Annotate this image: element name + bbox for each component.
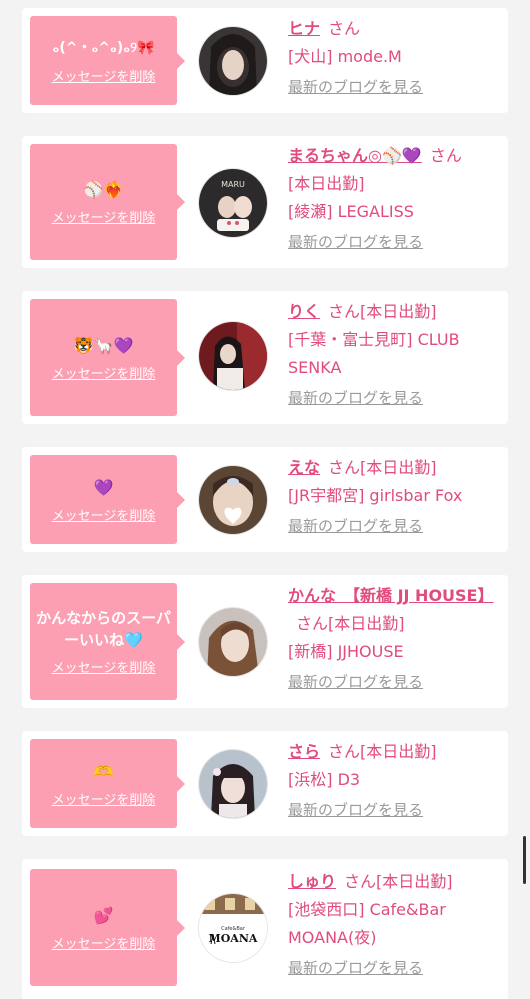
latest-blog-link[interactable]: 最新のブログを見る — [288, 796, 423, 824]
name-link[interactable]: えな — [288, 458, 320, 477]
honorific: さん — [328, 302, 361, 321]
status-label: [本日出勤] — [360, 302, 437, 321]
name-link[interactable]: さら — [288, 742, 320, 761]
latest-blog-link[interactable]: 最新のブログを見る — [288, 668, 423, 696]
message-bubble: 💜 メッセージを削除 — [30, 455, 185, 544]
avatar[interactable] — [199, 608, 267, 676]
delete-message-link[interactable]: メッセージを削除 — [52, 505, 156, 524]
avatar[interactable] — [199, 27, 267, 95]
message-text: かんなからのスーパーいいね🩵 — [36, 609, 171, 649]
shop-label: [千葉・富士見町] CLUB — [288, 330, 460, 349]
message-bubble: かんなからのスーパーいいね🩵 メッセージを削除 — [30, 583, 185, 700]
shop-label: [浜松] D3 — [288, 770, 361, 789]
status-label: [本日出勤] — [288, 174, 365, 193]
profile-info: さら さん[本日出勤] [浜松] D3 最新のブログを見る — [288, 738, 498, 824]
honorific: さん — [429, 146, 462, 165]
name-link[interactable]: まるちゃん◎⚾💜 — [288, 146, 422, 165]
shop-label: [綾瀬] LEGALISS — [288, 202, 414, 221]
delete-message-link[interactable]: メッセージを削除 — [52, 207, 156, 226]
profile-info: かんな 【新橋 JJ HOUSE】さん[本日出勤] [新橋] JJHOUSE 最… — [288, 582, 498, 696]
honorific: さん — [344, 872, 377, 891]
message-card: かんなからのスーパーいいね🩵 メッセージを削除 かんな 【新橋 JJ HOUSE… — [22, 575, 508, 708]
profile-info: りく さん[本日出勤] [千葉・富士見町] CLUB SENKA 最新のブログを見… — [288, 298, 498, 412]
latest-blog-link[interactable]: 最新のブログを見る — [288, 512, 423, 540]
shop-label-line2: SENKA — [288, 358, 342, 377]
delete-message-link[interactable]: メッセージを削除 — [52, 66, 156, 85]
avatar-text: MARU — [221, 180, 245, 189]
latest-blog-link[interactable]: 最新のブログを見る — [288, 73, 423, 101]
name-link[interactable]: しゅり — [288, 872, 336, 891]
status-label: [本日出勤] — [328, 614, 405, 633]
avatar[interactable] — [199, 750, 267, 818]
delete-message-link[interactable]: メッセージを削除 — [52, 933, 156, 952]
message-text: 💕 — [93, 905, 114, 925]
message-card: 💜 メッセージを削除 えな さん[本日出勤] [JR宇都宮] girlsbar F… — [22, 447, 508, 552]
message-card: ⚾❤️‍🔥 メッセージを削除 MARU まるちゃん◎⚾💜 さん [本日出勤] [綾… — [22, 136, 508, 268]
profile-info: まるちゃん◎⚾💜 さん [本日出勤] [綾瀬] LEGALISS 最新のブログを見… — [288, 142, 498, 256]
shop-label: [新橋] JJHOUSE — [288, 642, 404, 661]
message-text: 🫶 — [93, 761, 114, 781]
profile-info: えな さん[本日出勤] [JR宇都宮] girlsbar Fox 最新のブログを見… — [288, 454, 498, 540]
profile-info: ヒナ さん [犬山] mode.M 最新のブログを見る — [288, 15, 498, 101]
honorific: さん — [328, 19, 361, 38]
shop-label: [JR宇都宮] girlsbar Fox — [288, 486, 463, 505]
shop-label: [池袋西口] Cafe&Bar — [288, 900, 446, 919]
message-bubble: 🫶 メッセージを削除 — [30, 739, 185, 828]
message-card: 💕 メッセージを削除 Cafe&Bar MOANA しゅり さん[本日出勤] [池袋… — [22, 859, 508, 999]
honorific: さん — [296, 614, 329, 633]
message-card: ₒ(^・ₒ^ₒ)ₒ୨🎀 メッセージを削除 ヒナ さん [犬山] mode.M 最新… — [22, 8, 508, 113]
name-link[interactable]: りく — [288, 302, 320, 321]
message-bubble: 🐯🦙💜 メッセージを削除 — [30, 299, 185, 416]
message-card: 🫶 メッセージを削除 さら さん[本日出勤] [浜松] D3 最新のブログを見る — [22, 731, 508, 836]
avatar[interactable] — [199, 322, 267, 390]
status-label: [本日出勤] — [360, 458, 437, 477]
scrollbar-thumb[interactable] — [523, 836, 526, 884]
honorific: さん — [328, 458, 361, 477]
shop-label: [犬山] mode.M — [288, 47, 402, 66]
message-text: ⚾❤️‍🔥 — [83, 180, 124, 199]
latest-blog-link[interactable]: 最新のブログを見る — [288, 228, 423, 256]
message-bubble: ⚾❤️‍🔥 メッセージを削除 — [30, 144, 185, 260]
message-text: 💜 — [93, 477, 114, 497]
message-bubble: ₒ(^・ₒ^ₒ)ₒ୨🎀 メッセージを削除 — [30, 16, 185, 105]
profile-info: しゅり さん[本日出勤] [池袋西口] Cafe&Bar MOANA(夜) 最新の… — [288, 868, 498, 982]
message-text: 🐯🦙💜 — [73, 335, 134, 355]
message-text: ₒ(^・ₒ^ₒ)ₒ୨🎀 — [52, 39, 155, 56]
delete-message-link[interactable]: メッセージを削除 — [52, 363, 156, 382]
avatar-logo-text: MOANA — [209, 932, 258, 945]
message-bubble: 💕 メッセージを削除 — [30, 869, 185, 986]
name-link[interactable]: かんな 【新橋 JJ HOUSE】 — [288, 586, 494, 605]
shop-label-line2: MOANA(夜) — [288, 928, 377, 947]
honorific: さん — [328, 742, 361, 761]
message-card: 🐯🦙💜 メッセージを削除 りく さん[本日出勤] [千葉・富士見町] CLUB S… — [22, 291, 508, 424]
latest-blog-link[interactable]: 最新のブログを見る — [288, 384, 423, 412]
name-link[interactable]: ヒナ — [288, 19, 320, 38]
status-label: [本日出勤] — [360, 742, 437, 761]
latest-blog-link[interactable]: 最新のブログを見る — [288, 954, 423, 982]
delete-message-link[interactable]: メッセージを削除 — [52, 789, 156, 808]
avatar[interactable]: MARU — [199, 169, 267, 237]
delete-message-link[interactable]: メッセージを削除 — [52, 657, 156, 676]
avatar[interactable] — [199, 466, 267, 534]
avatar[interactable]: Cafe&Bar MOANA — [199, 894, 267, 962]
status-label: [本日出勤] — [376, 872, 453, 891]
